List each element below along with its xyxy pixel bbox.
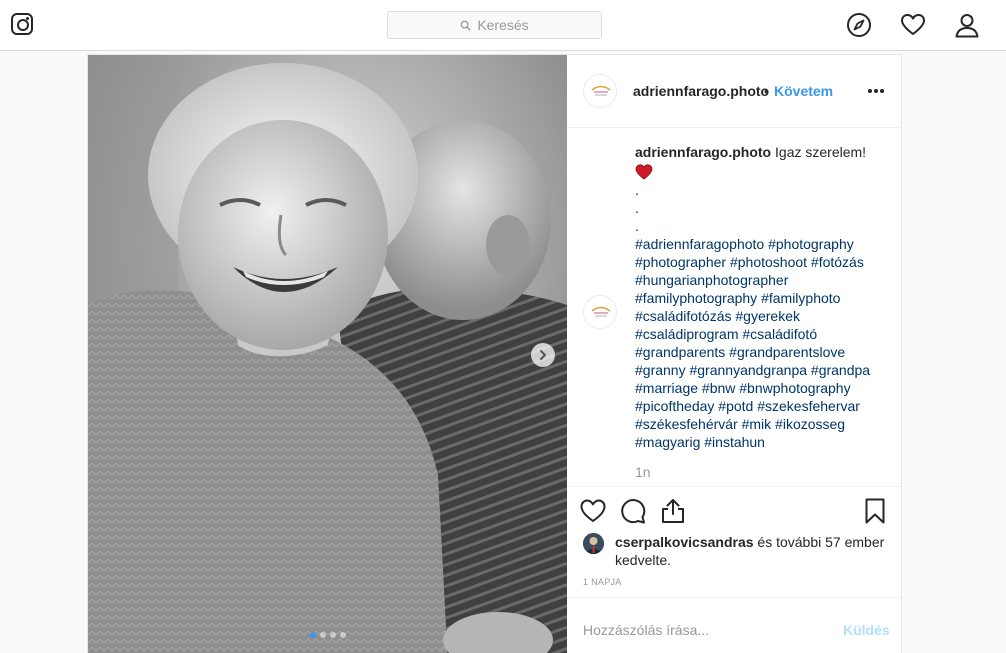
post-sidebar: adriennfarago.photo • Követem adriennfar… [567, 55, 902, 653]
carousel-dot [320, 632, 326, 638]
likes-text: cserpalkovicsandras és további 57 ember … [615, 533, 905, 569]
search-placeholder: Keresés [477, 17, 529, 33]
heart-icon[interactable] [900, 12, 926, 38]
chevron-right-icon [540, 350, 546, 360]
comment-input[interactable] [583, 620, 833, 640]
carousel-dot [310, 632, 316, 638]
next-slide-button[interactable] [531, 343, 555, 367]
search-icon [460, 20, 471, 31]
user-icon[interactable] [954, 12, 980, 38]
hashtag-line[interactable]: #adriennfaragophoto #photography [635, 235, 893, 253]
caption-time-ago[interactable]: 1n [635, 464, 651, 480]
liker-avatar[interactable] [583, 533, 604, 554]
hashtag-line[interactable]: #marriage #bnw #bnwphotography [635, 379, 893, 397]
caption-author-avatar[interactable] [583, 295, 617, 329]
hashtag-line[interactable]: #családifotózás #gyerekek [635, 307, 893, 325]
top-navigation: Keresés [0, 0, 1006, 51]
caption-dot-line: . [635, 182, 639, 198]
like-heart-icon[interactable] [579, 497, 607, 525]
hashtag-line[interactable]: #magyarig #instahun [635, 433, 893, 451]
hashtag-line[interactable]: #grandparents #grandparentslove [635, 343, 893, 361]
instagram-logo-icon[interactable] [11, 13, 33, 35]
carousel-indicators [310, 632, 346, 638]
author-avatar[interactable] [583, 74, 617, 108]
hashtag-line[interactable]: #photographer #photoshoot #fotózás [635, 253, 893, 271]
hashtag-line[interactable]: #székesfehérvár #mik #ikozosseg [635, 415, 893, 433]
follow-button[interactable]: Követem [774, 83, 833, 99]
hashtag-line[interactable]: #családiprogram #családifotó [635, 325, 893, 343]
bookmark-icon[interactable] [861, 497, 889, 525]
liker-username[interactable]: cserpalkovicsandras [615, 534, 754, 550]
caption-text: Igaz szerelem! [775, 144, 867, 160]
post-actions [567, 486, 902, 534]
send-button[interactable]: Küldés [843, 622, 890, 638]
caption-dot-line: . [635, 218, 639, 234]
red-heart-emoji-icon [635, 164, 653, 180]
post-caption: adriennfarago.photo Igaz szerelem! . . .… [635, 143, 893, 451]
compass-icon[interactable] [846, 12, 872, 38]
post-date: 1 NAPJA [583, 577, 622, 587]
comment-box: Küldés [567, 597, 902, 653]
comment-bubble-icon[interactable] [619, 497, 647, 525]
share-icon[interactable] [659, 497, 687, 525]
hashtag-line[interactable]: #granny #grannyandgranpa #grandpa [635, 361, 893, 379]
hashtag-line[interactable]: #hungarianphotographer [635, 271, 893, 289]
post-header: adriennfarago.photo • Követem [567, 55, 902, 128]
author-username[interactable]: adriennfarago.photo [633, 83, 769, 99]
carousel-dot [340, 632, 346, 638]
photo-illustration [88, 55, 567, 653]
hashtag-line[interactable]: #picoftheday #potd #szekesfehervar [635, 397, 893, 415]
author-logo-icon [585, 297, 616, 328]
search-box[interactable]: Keresés [387, 11, 602, 39]
caption-username[interactable]: adriennfarago.photo [635, 144, 771, 160]
author-logo-icon [585, 76, 616, 107]
post-photo[interactable] [88, 55, 567, 653]
header-separator: • [764, 83, 769, 99]
carousel-dot [330, 632, 336, 638]
caption-dot-line: . [635, 200, 639, 216]
liker-photo-icon [583, 533, 604, 554]
post-card: adriennfarago.photo • Követem adriennfar… [87, 54, 902, 653]
hashtag-line[interactable]: #familyphotography #familyphoto [635, 289, 893, 307]
more-options-icon[interactable] [867, 88, 885, 94]
